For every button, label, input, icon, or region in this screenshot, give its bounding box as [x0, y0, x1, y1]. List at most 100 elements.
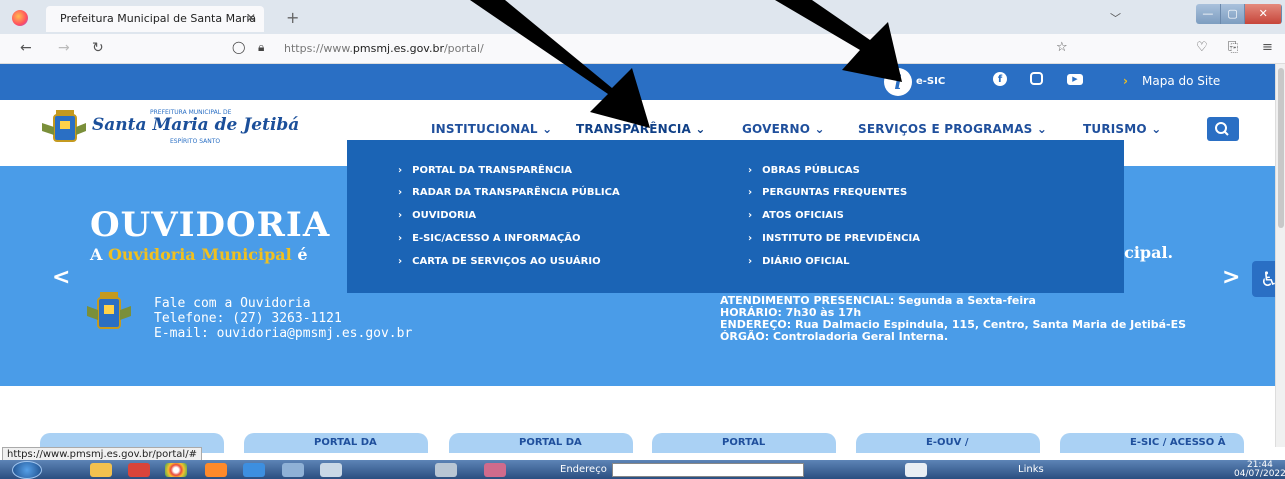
dropdown-item-label: INSTITUTO DE PREVIDÊNCIA	[762, 233, 920, 244]
firefox-icon[interactable]	[12, 10, 28, 26]
notepad-icon[interactable]	[320, 463, 342, 477]
quick-link-label: PORTAL	[722, 437, 766, 448]
quick-link-card[interactable]: PORTAL	[652, 433, 836, 453]
hero-subtitle: A Ouvidoria Municipal é	[90, 245, 308, 264]
back-icon[interactable]: ←	[20, 40, 32, 56]
dropdown-item-label: OBRAS PÚBLICAS	[762, 165, 860, 176]
menu-transparencia[interactable]: TRANSPARÊNCIA ⌄	[576, 122, 706, 136]
shield-icon[interactable]: ◯	[232, 40, 245, 54]
chevron-right-icon: ›	[398, 187, 403, 198]
municipal-crest-logo[interactable]	[38, 109, 90, 145]
reload-icon[interactable]: ↻	[92, 40, 104, 56]
paint-icon[interactable]	[282, 463, 304, 477]
snipping-icon[interactable]	[484, 463, 506, 477]
dropdown-item[interactable]: › E-SIC/ACESSO A INFORMAÇÃO	[398, 233, 580, 244]
chevron-right-icon: ›	[748, 165, 753, 176]
dropdown-item[interactable]: › OUVIDORIA	[398, 210, 476, 221]
address-toolbar-label: Endereço	[560, 464, 607, 475]
youtube-icon[interactable]: ▶	[1067, 74, 1083, 85]
quick-link-label: E-OUV /	[926, 437, 969, 448]
contact-line-2: Telefone: (27) 3263-1121	[154, 311, 342, 326]
dropdown-item-label: ATOS OFICIAIS	[762, 210, 844, 221]
search-button[interactable]	[1207, 117, 1239, 141]
instagram-icon[interactable]	[1030, 72, 1043, 85]
chevron-right-icon: ›	[398, 210, 403, 221]
calculator-icon[interactable]	[435, 463, 457, 477]
media-player-icon[interactable]	[128, 463, 150, 477]
dropdown-item[interactable]: › RADAR DA TRANSPARÊNCIA PÚBLICA	[398, 187, 620, 198]
pocket-icon[interactable]: ♡	[1196, 40, 1208, 55]
quick-link-label: PORTAL DA	[519, 437, 582, 448]
links-toolbar-label[interactable]: Links	[1018, 464, 1044, 475]
dropdown-item[interactable]: › CARTA DE SERVIÇOS AO USUÁRIO	[398, 256, 601, 267]
url-path: /portal/	[443, 42, 484, 55]
dropdown-item-label: OUVIDORIA	[412, 210, 477, 221]
ouvidoria-crest-icon	[86, 290, 132, 334]
chevron-right-icon: ›	[1123, 74, 1128, 88]
dropdown-item[interactable]: › OBRAS PÚBLICAS	[748, 165, 860, 176]
contact-line-3[interactable]: E-mail: ouvidoria@pmsmj.es.gov.br	[154, 326, 412, 341]
info-line-4: ÓRGÃO: Controladoria Geral Interna.	[720, 330, 949, 343]
info-icon[interactable]: i	[884, 68, 912, 96]
quick-link-card[interactable]: PORTAL DA	[449, 433, 633, 453]
quick-link-card[interactable]: E-OUV /	[856, 433, 1040, 453]
maximize-button[interactable]: ▢	[1220, 4, 1246, 24]
facebook-icon[interactable]: f	[993, 72, 1007, 86]
url-prefix: https://www.	[284, 42, 353, 55]
dropdown-item-label: DIÁRIO OFICIAL	[762, 256, 850, 267]
start-button[interactable]	[12, 461, 42, 479]
chrome-icon[interactable]	[165, 463, 187, 477]
page-scrollbar[interactable]	[1275, 64, 1285, 447]
menu-governo[interactable]: GOVERNO ⌄	[742, 122, 825, 136]
quick-link-card[interactable]: E-SIC / ACESSO À	[1060, 433, 1244, 453]
new-tab-button[interactable]: +	[286, 8, 299, 27]
quick-link-label: PORTAL DA	[314, 437, 377, 448]
forward-icon[interactable]: →	[58, 40, 70, 56]
site-top-bar	[0, 64, 1275, 100]
dropdown-item[interactable]: › INSTITUTO DE PREVIDÊNCIA	[748, 233, 920, 244]
pen-tool-icon[interactable]	[905, 463, 927, 477]
internet-explorer-icon[interactable]	[243, 463, 265, 477]
menu-icon[interactable]: ≡	[1262, 40, 1273, 55]
menu-institucional[interactable]: INSTITUCIONAL ⌄	[431, 122, 552, 136]
dropdown-item[interactable]: › PORTAL DA TRANSPARÊNCIA	[398, 165, 572, 176]
dropdown-item[interactable]: › PERGUNTAS FREQUENTES	[748, 187, 907, 198]
window-controls: — ▢ ✕	[1196, 4, 1282, 24]
logo-name[interactable]: Santa Maria de Jetibá	[92, 115, 299, 135]
esic-link[interactable]: e-SIC	[916, 76, 945, 87]
contact-line-1: Fale com a Ouvidoria	[154, 296, 311, 311]
taskbar-clock[interactable]: 21:44 04/07/2022	[1234, 461, 1285, 479]
dropdown-item[interactable]: › DIÁRIO OFICIAL	[748, 256, 850, 267]
minimize-button[interactable]: —	[1196, 4, 1221, 24]
carousel-next-button[interactable]: >	[1222, 265, 1240, 290]
chevron-right-icon: ›	[748, 256, 753, 267]
extensions-icon[interactable]: ⎘	[1228, 40, 1238, 55]
quick-link-label: E-SIC / ACESSO À	[1130, 437, 1226, 448]
quick-link-card[interactable]: PORTAL DA	[244, 433, 428, 453]
chevron-right-icon: ›	[398, 233, 403, 244]
address-toolbar-input[interactable]	[612, 463, 804, 477]
dropdown-item-label: CARTA DE SERVIÇOS AO USUÁRIO	[412, 256, 601, 267]
tab-close-icon[interactable]: ✕	[246, 11, 256, 25]
browser-tab[interactable]: Prefeitura Municipal de Santa Maria ✕	[46, 6, 264, 32]
url-domain: pmsmj.es.gov.br	[352, 42, 444, 55]
search-icon	[1215, 122, 1229, 136]
logo-state-text: ESPÍRITO SANTO	[170, 138, 221, 145]
sitemap-link[interactable]: Mapa do Site	[1142, 74, 1220, 88]
lock-icon[interactable]: 🔒︎	[258, 40, 264, 55]
close-window-button[interactable]: ✕	[1245, 4, 1282, 24]
menu-turismo[interactable]: TURISMO ⌄	[1083, 122, 1161, 136]
scrollbar-thumb[interactable]	[1278, 68, 1284, 228]
chevron-right-icon: ›	[398, 165, 403, 176]
tab-list-chevron-icon[interactable]: ﹀	[1110, 10, 1121, 26]
folder-icon[interactable]	[90, 463, 112, 477]
dropdown-item[interactable]: › ATOS OFICIAIS	[748, 210, 844, 221]
url-bar[interactable]: https://www.pmsmj.es.gov.br/portal/	[284, 42, 484, 55]
hero-subtitle-right: icipal.	[1118, 243, 1174, 262]
bookmark-star-icon[interactable]: ☆	[1056, 40, 1068, 55]
menu-servicos[interactable]: SERVIÇOS E PROGRAMAS ⌄	[858, 122, 1047, 136]
firefox-taskbar-icon[interactable]	[205, 463, 227, 477]
menu-institucional-label: INSTITUCIONAL	[431, 122, 538, 136]
chevron-right-icon: ›	[398, 256, 403, 267]
carousel-prev-button[interactable]: <	[52, 265, 70, 290]
